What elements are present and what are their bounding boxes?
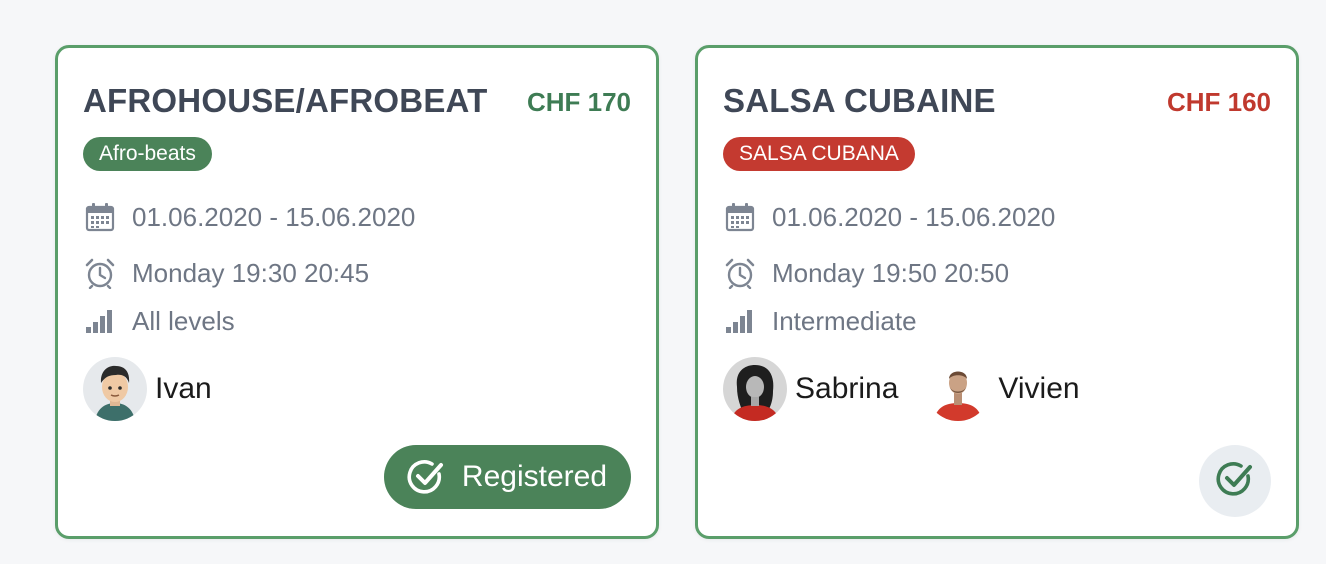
signal-bars-icon (83, 304, 117, 338)
registered-button[interactable]: Registered (383, 445, 631, 509)
registered-label: Registered (461, 460, 607, 493)
schedule: Monday 19:50 20:50 (772, 257, 1010, 288)
alarm-clock-icon (83, 256, 117, 290)
register-button[interactable] (1199, 445, 1271, 517)
course-title: AFROHOUSE/AFROBEAT (83, 82, 488, 119)
alarm-clock-icon (723, 256, 757, 290)
level: All levels (132, 305, 235, 336)
course-tag: SALSA CUBANA (723, 137, 915, 171)
date-range: 01.06.2020 - 15.06.2020 (772, 201, 1056, 232)
date-row: 01.06.2020 - 15.06.2020 (83, 200, 415, 234)
teacher-sabrina[interactable]: Sabrina (723, 357, 898, 421)
avatar (926, 357, 991, 421)
teacher-vivien[interactable]: Vivien (926, 357, 1080, 421)
avatar (83, 357, 147, 421)
date-row: 01.06.2020 - 15.06.2020 (723, 200, 1055, 234)
schedule: Monday 19:30 20:45 (132, 257, 370, 288)
time-row: Monday 19:30 20:45 (83, 256, 369, 290)
check-circle-icon (406, 457, 446, 497)
course-tag: Afro-beats (83, 137, 212, 171)
teacher-name: Sabrina (795, 372, 899, 405)
avatar (723, 357, 787, 421)
teacher-name: Vivien (998, 372, 1080, 405)
teacher-name: Ivan (155, 372, 212, 405)
course-card-salsa[interactable]: SALSA CUBAINE CHF 160 SALSA CUBANA 01.06… (695, 45, 1299, 539)
course-title: SALSA CUBAINE (723, 82, 996, 119)
course-card-afrohouse[interactable]: AFROHOUSE/AFROBEAT CHF 170 Afro-beats 01… (55, 45, 659, 539)
course-price: CHF 160 (1166, 87, 1271, 117)
calendar-icon (723, 200, 757, 234)
level-row: All levels (83, 304, 235, 338)
time-row: Monday 19:50 20:50 (723, 256, 1009, 290)
calendar-icon (83, 200, 117, 234)
level-row: Intermediate (723, 304, 917, 338)
check-circle-icon (1215, 459, 1255, 504)
teachers-list: Sabrina Vivien (723, 356, 1108, 422)
course-price: CHF 170 (526, 87, 631, 117)
date-range: 01.06.2020 - 15.06.2020 (132, 201, 416, 232)
teachers-list: Ivan (83, 356, 240, 422)
teacher-ivan[interactable]: Ivan (83, 357, 212, 421)
level: Intermediate (772, 305, 917, 336)
signal-bars-icon (723, 304, 757, 338)
